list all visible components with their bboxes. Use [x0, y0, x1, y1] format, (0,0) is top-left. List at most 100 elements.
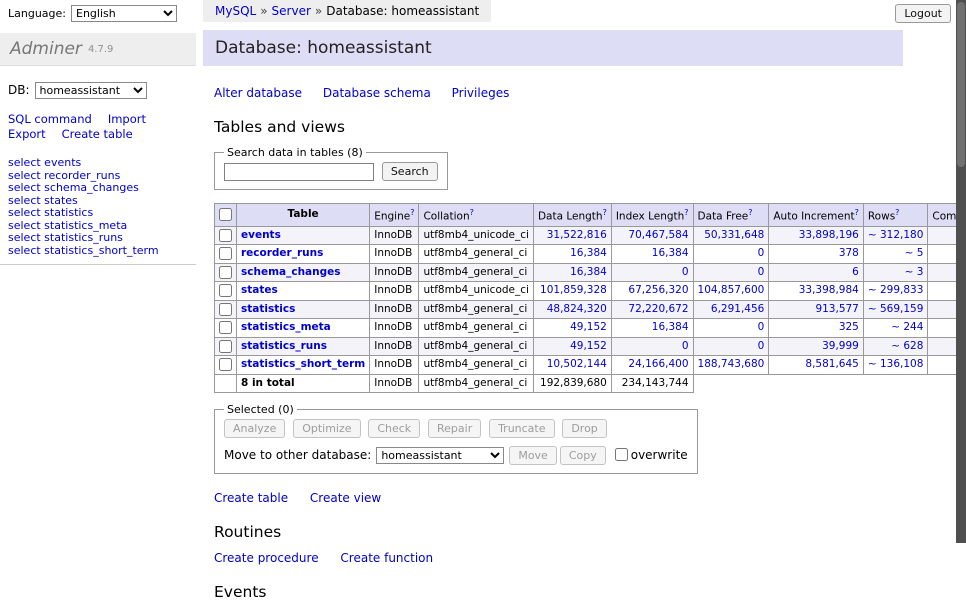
- auto-increment-link[interactable]: 325: [839, 321, 859, 333]
- truncate-button[interactable]: Truncate: [489, 419, 554, 438]
- logout-button[interactable]: Logout: [895, 4, 951, 23]
- rows-count-link[interactable]: ~ 628: [891, 340, 923, 352]
- table-name-link[interactable]: statistics: [241, 303, 295, 315]
- auto-increment-link[interactable]: 33,398,984: [799, 284, 859, 296]
- move-db-select[interactable]: homeassistant: [376, 447, 504, 464]
- data-free-link[interactable]: 0: [758, 321, 765, 333]
- database-schema-link[interactable]: Database schema: [323, 86, 431, 100]
- index-length-link[interactable]: 24,166,400: [628, 358, 688, 370]
- row-select-checkbox[interactable]: [219, 321, 232, 334]
- auto-increment-link[interactable]: 33,898,196: [799, 229, 859, 241]
- overwrite-checkbox[interactable]: [615, 448, 628, 461]
- row-select-checkbox[interactable]: [219, 303, 232, 316]
- language-select[interactable]: English: [71, 5, 177, 22]
- rows-count-link[interactable]: ~ 312,180: [868, 229, 924, 241]
- data-length-link[interactable]: 10,502,144: [547, 358, 607, 370]
- search-button[interactable]: Search: [382, 162, 438, 181]
- select-all-checkbox[interactable]: [219, 208, 232, 221]
- data-length-link[interactable]: 16,384: [570, 266, 607, 278]
- data-free-link[interactable]: 6,291,456: [711, 303, 764, 315]
- table-name-link[interactable]: events: [241, 229, 281, 241]
- alter-database-link[interactable]: Alter database: [214, 86, 302, 100]
- create-view-link[interactable]: Create view: [310, 491, 381, 505]
- data-free-link[interactable]: 188,743,680: [698, 358, 765, 370]
- data-length-link[interactable]: 49,152: [570, 321, 607, 333]
- rows-count-link[interactable]: ~ 5: [905, 247, 924, 259]
- index-length-link[interactable]: 67,256,320: [628, 284, 688, 296]
- sidebar-create-table-link[interactable]: Create table: [62, 127, 133, 141]
- table-name-link[interactable]: statistics_meta: [241, 321, 331, 333]
- auto-increment-link[interactable]: 378: [839, 247, 859, 259]
- vertical-scrollbar[interactable]: [956, 0, 966, 543]
- optimize-button[interactable]: Optimize: [293, 419, 360, 438]
- analyze-button[interactable]: Analyze: [224, 419, 285, 438]
- rows-count-link[interactable]: ~ 3: [905, 266, 924, 278]
- create-table-link[interactable]: Create table: [214, 491, 288, 505]
- auto-increment-link[interactable]: 8,581,645: [805, 358, 858, 370]
- column-help-link[interactable]: ?: [895, 208, 899, 217]
- sidebar-item-select-statistics-short-term[interactable]: select statistics_short_term: [8, 245, 196, 258]
- data-free-link[interactable]: 104,857,600: [698, 284, 765, 296]
- row-select-checkbox[interactable]: [219, 284, 232, 297]
- table-name-link[interactable]: statistics_runs: [241, 340, 327, 352]
- rows-count-link[interactable]: ~ 299,833: [868, 284, 924, 296]
- data-free-link[interactable]: 50,331,648: [704, 229, 764, 241]
- repair-button[interactable]: Repair: [428, 419, 481, 438]
- row-select-checkbox[interactable]: [219, 266, 232, 279]
- rows-count-link[interactable]: ~ 569,159: [868, 303, 924, 315]
- drop-button[interactable]: Drop: [562, 419, 606, 438]
- index-length-link[interactable]: 0: [682, 340, 689, 352]
- auto-increment-link[interactable]: 39,999: [822, 340, 859, 352]
- sidebar-import-link[interactable]: Import: [108, 112, 146, 126]
- column-help-link[interactable]: ?: [684, 208, 688, 217]
- search-input[interactable]: [224, 163, 374, 181]
- column-help-link[interactable]: ?: [470, 208, 474, 217]
- data-free-link[interactable]: 0: [758, 266, 765, 278]
- index-length-link[interactable]: 72,220,672: [628, 303, 688, 315]
- column-help-link[interactable]: ?: [855, 208, 859, 217]
- db-select[interactable]: homeassistant: [35, 82, 147, 99]
- column-help-link[interactable]: ?: [748, 208, 752, 217]
- column-help-link[interactable]: ?: [603, 208, 607, 217]
- adminer-logo-link[interactable]: Adminer: [10, 39, 82, 59]
- sidebar-export-link[interactable]: Export: [8, 127, 46, 141]
- privileges-link[interactable]: Privileges: [452, 86, 510, 100]
- index-length-link[interactable]: 70,467,584: [628, 229, 688, 241]
- data-free-link[interactable]: 0: [758, 247, 765, 259]
- table-name-link[interactable]: states: [241, 284, 278, 296]
- data-length-link[interactable]: 31,522,816: [547, 229, 607, 241]
- check-button[interactable]: Check: [368, 419, 420, 438]
- index-length-link[interactable]: 16,384: [652, 247, 689, 259]
- table-name-link[interactable]: recorder_runs: [241, 247, 323, 259]
- sidebar-item-select-statistics[interactable]: select statistics: [8, 207, 196, 220]
- auto-increment-link[interactable]: 913,577: [815, 303, 858, 315]
- index-length-link[interactable]: 0: [682, 266, 689, 278]
- rows-count-link[interactable]: ~ 244: [891, 321, 923, 333]
- column-help-link[interactable]: ?: [410, 208, 414, 217]
- row-select-checkbox[interactable]: [219, 358, 232, 371]
- sidebar-item-select-schema-changes[interactable]: select schema_changes: [8, 182, 196, 195]
- rows-count-link[interactable]: ~ 136,108: [868, 358, 924, 370]
- table-name-link[interactable]: schema_changes: [241, 266, 341, 278]
- sidebar-item-select-events[interactable]: select events: [8, 157, 196, 170]
- row-select-checkbox[interactable]: [219, 247, 232, 260]
- auto-increment-link[interactable]: 6: [852, 266, 859, 278]
- row-select-checkbox[interactable]: [219, 340, 232, 353]
- copy-button[interactable]: Copy: [560, 446, 606, 465]
- data-free-link[interactable]: 0: [758, 340, 765, 352]
- table-name-link[interactable]: statistics_short_term: [241, 358, 365, 370]
- create-function-link[interactable]: Create function: [340, 551, 433, 565]
- data-length-link[interactable]: 16,384: [570, 247, 607, 259]
- breadcrumb-server-link[interactable]: Server: [272, 4, 311, 18]
- breadcrumb-mysql-link[interactable]: MySQL: [215, 4, 256, 18]
- row-select-checkbox[interactable]: [219, 229, 232, 242]
- move-button[interactable]: Move: [509, 446, 557, 465]
- index-length-link[interactable]: 16,384: [652, 321, 689, 333]
- data-length-link[interactable]: 48,824,320: [547, 303, 607, 315]
- data-length-link[interactable]: 49,152: [570, 340, 607, 352]
- sidebar-item-select-statistics-runs[interactable]: select statistics_runs: [8, 232, 196, 245]
- sidebar-sql-command-link[interactable]: SQL command: [8, 112, 92, 126]
- create-procedure-link[interactable]: Create procedure: [214, 551, 319, 565]
- scrollbar-thumb[interactable]: [957, 2, 965, 167]
- data-length-link[interactable]: 101,859,328: [540, 284, 607, 296]
